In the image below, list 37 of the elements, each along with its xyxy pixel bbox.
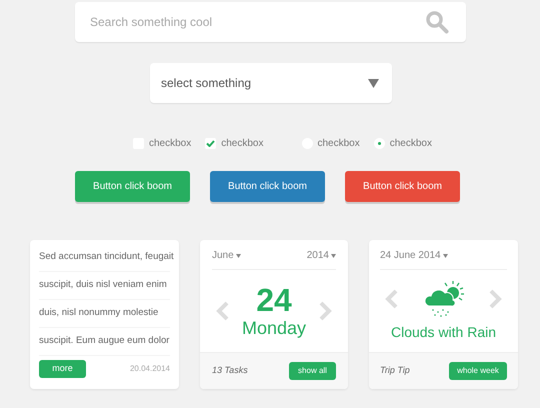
chevron-left-icon[interactable] bbox=[216, 301, 230, 321]
caret-icon bbox=[368, 78, 379, 88]
text-line: duis, nisl nonummy molestie bbox=[39, 300, 170, 328]
show-all-button[interactable]: show all bbox=[289, 362, 336, 380]
search-icon[interactable] bbox=[425, 10, 449, 34]
text-line: suscipit. Eum augue eum dolor bbox=[39, 328, 170, 356]
option-label: checkbox bbox=[390, 136, 432, 150]
action-button[interactable]: Button click boom bbox=[75, 171, 190, 202]
radio-button[interactable] bbox=[374, 138, 385, 148]
search-field[interactable]: Search something cool bbox=[75, 2, 466, 42]
tasks-count: 13 Tasks bbox=[212, 364, 248, 378]
whole-week-button[interactable]: whole week bbox=[449, 362, 507, 380]
date-dropdown[interactable]: 24 June 2014 bbox=[380, 248, 448, 263]
chevron-right-icon[interactable] bbox=[488, 288, 502, 308]
caret-icon bbox=[236, 254, 241, 258]
search-input[interactable]: Search something cool bbox=[90, 13, 425, 31]
option-label: checkbox bbox=[221, 136, 264, 150]
more-button[interactable]: more bbox=[39, 360, 86, 378]
weekday-text: Monday bbox=[242, 317, 306, 339]
trip-tip-text: Trip Tip bbox=[380, 364, 410, 378]
action-button[interactable]: Button click boom bbox=[345, 171, 460, 202]
month-dropdown[interactable]: June bbox=[212, 248, 241, 263]
weather-condition: Clouds with Rain bbox=[390, 322, 496, 342]
option-label: checkbox bbox=[318, 136, 360, 150]
year-dropdown[interactable]: 2014 bbox=[306, 248, 336, 263]
text-line: suscipit, duis nisl veniam enim bbox=[39, 272, 170, 300]
day-number: 24 bbox=[256, 283, 292, 317]
chevron-left-icon[interactable] bbox=[385, 288, 399, 308]
checkbox[interactable] bbox=[205, 138, 216, 148]
select-dropdown[interactable]: select something bbox=[150, 63, 392, 103]
date-text: 20.04.2014 bbox=[130, 363, 170, 375]
chevron-right-icon[interactable] bbox=[318, 301, 332, 321]
caret-icon bbox=[442, 254, 448, 258]
action-button[interactable]: Button click boom bbox=[210, 171, 325, 202]
caret-icon bbox=[331, 254, 336, 258]
cloud-rain-sun-icon bbox=[422, 280, 464, 318]
option-label: checkbox bbox=[149, 136, 192, 150]
